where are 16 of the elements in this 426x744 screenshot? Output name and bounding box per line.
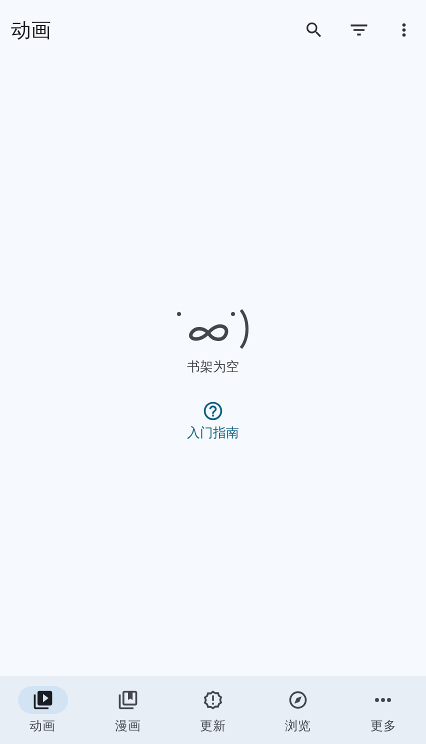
video-library-icon bbox=[32, 689, 54, 711]
more-icon bbox=[375, 698, 392, 702]
nav-tab[interactable]: 动画 bbox=[0, 676, 86, 744]
nav-tab[interactable]: 更新 bbox=[170, 676, 256, 744]
nav-tab[interactable]: 更多 bbox=[340, 676, 426, 744]
nav-tab[interactable]: 浏览 bbox=[256, 676, 341, 744]
getting-started-link[interactable]: 入门指南 bbox=[183, 396, 243, 446]
empty-message: 书架为空 bbox=[187, 359, 239, 376]
compass-icon bbox=[287, 689, 310, 711]
book-library-icon bbox=[116, 689, 139, 711]
alert-badge-icon bbox=[202, 689, 224, 711]
nav-tab[interactable]: 漫画 bbox=[85, 676, 170, 744]
screen-title: 动画 bbox=[11, 16, 51, 44]
face-icon bbox=[175, 308, 251, 352]
search-icon[interactable] bbox=[304, 20, 324, 40]
help-icon bbox=[202, 400, 224, 422]
